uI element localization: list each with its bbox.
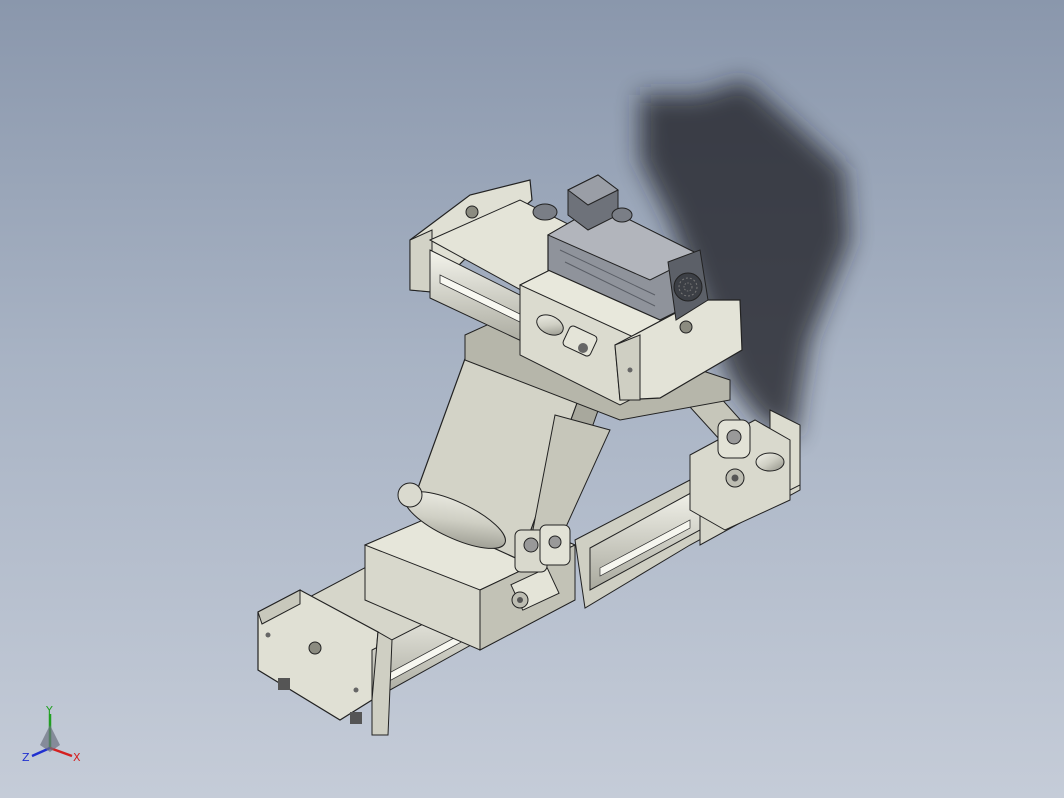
y-axis-label: Y: [45, 704, 53, 717]
cad-model-canvas[interactable]: Y X Z: [0, 0, 1064, 798]
coordinate-triad: Y X Z: [22, 704, 81, 764]
upper-clevis-bracket: [717, 419, 751, 459]
x-axis-label: X: [73, 751, 81, 764]
cad-viewport[interactable]: Y X Z: [0, 0, 1064, 798]
lower-right-linear-module[interactable]: [574, 409, 801, 609]
z-axis-label: Z: [22, 751, 30, 764]
clevis-bracket: [514, 524, 571, 573]
